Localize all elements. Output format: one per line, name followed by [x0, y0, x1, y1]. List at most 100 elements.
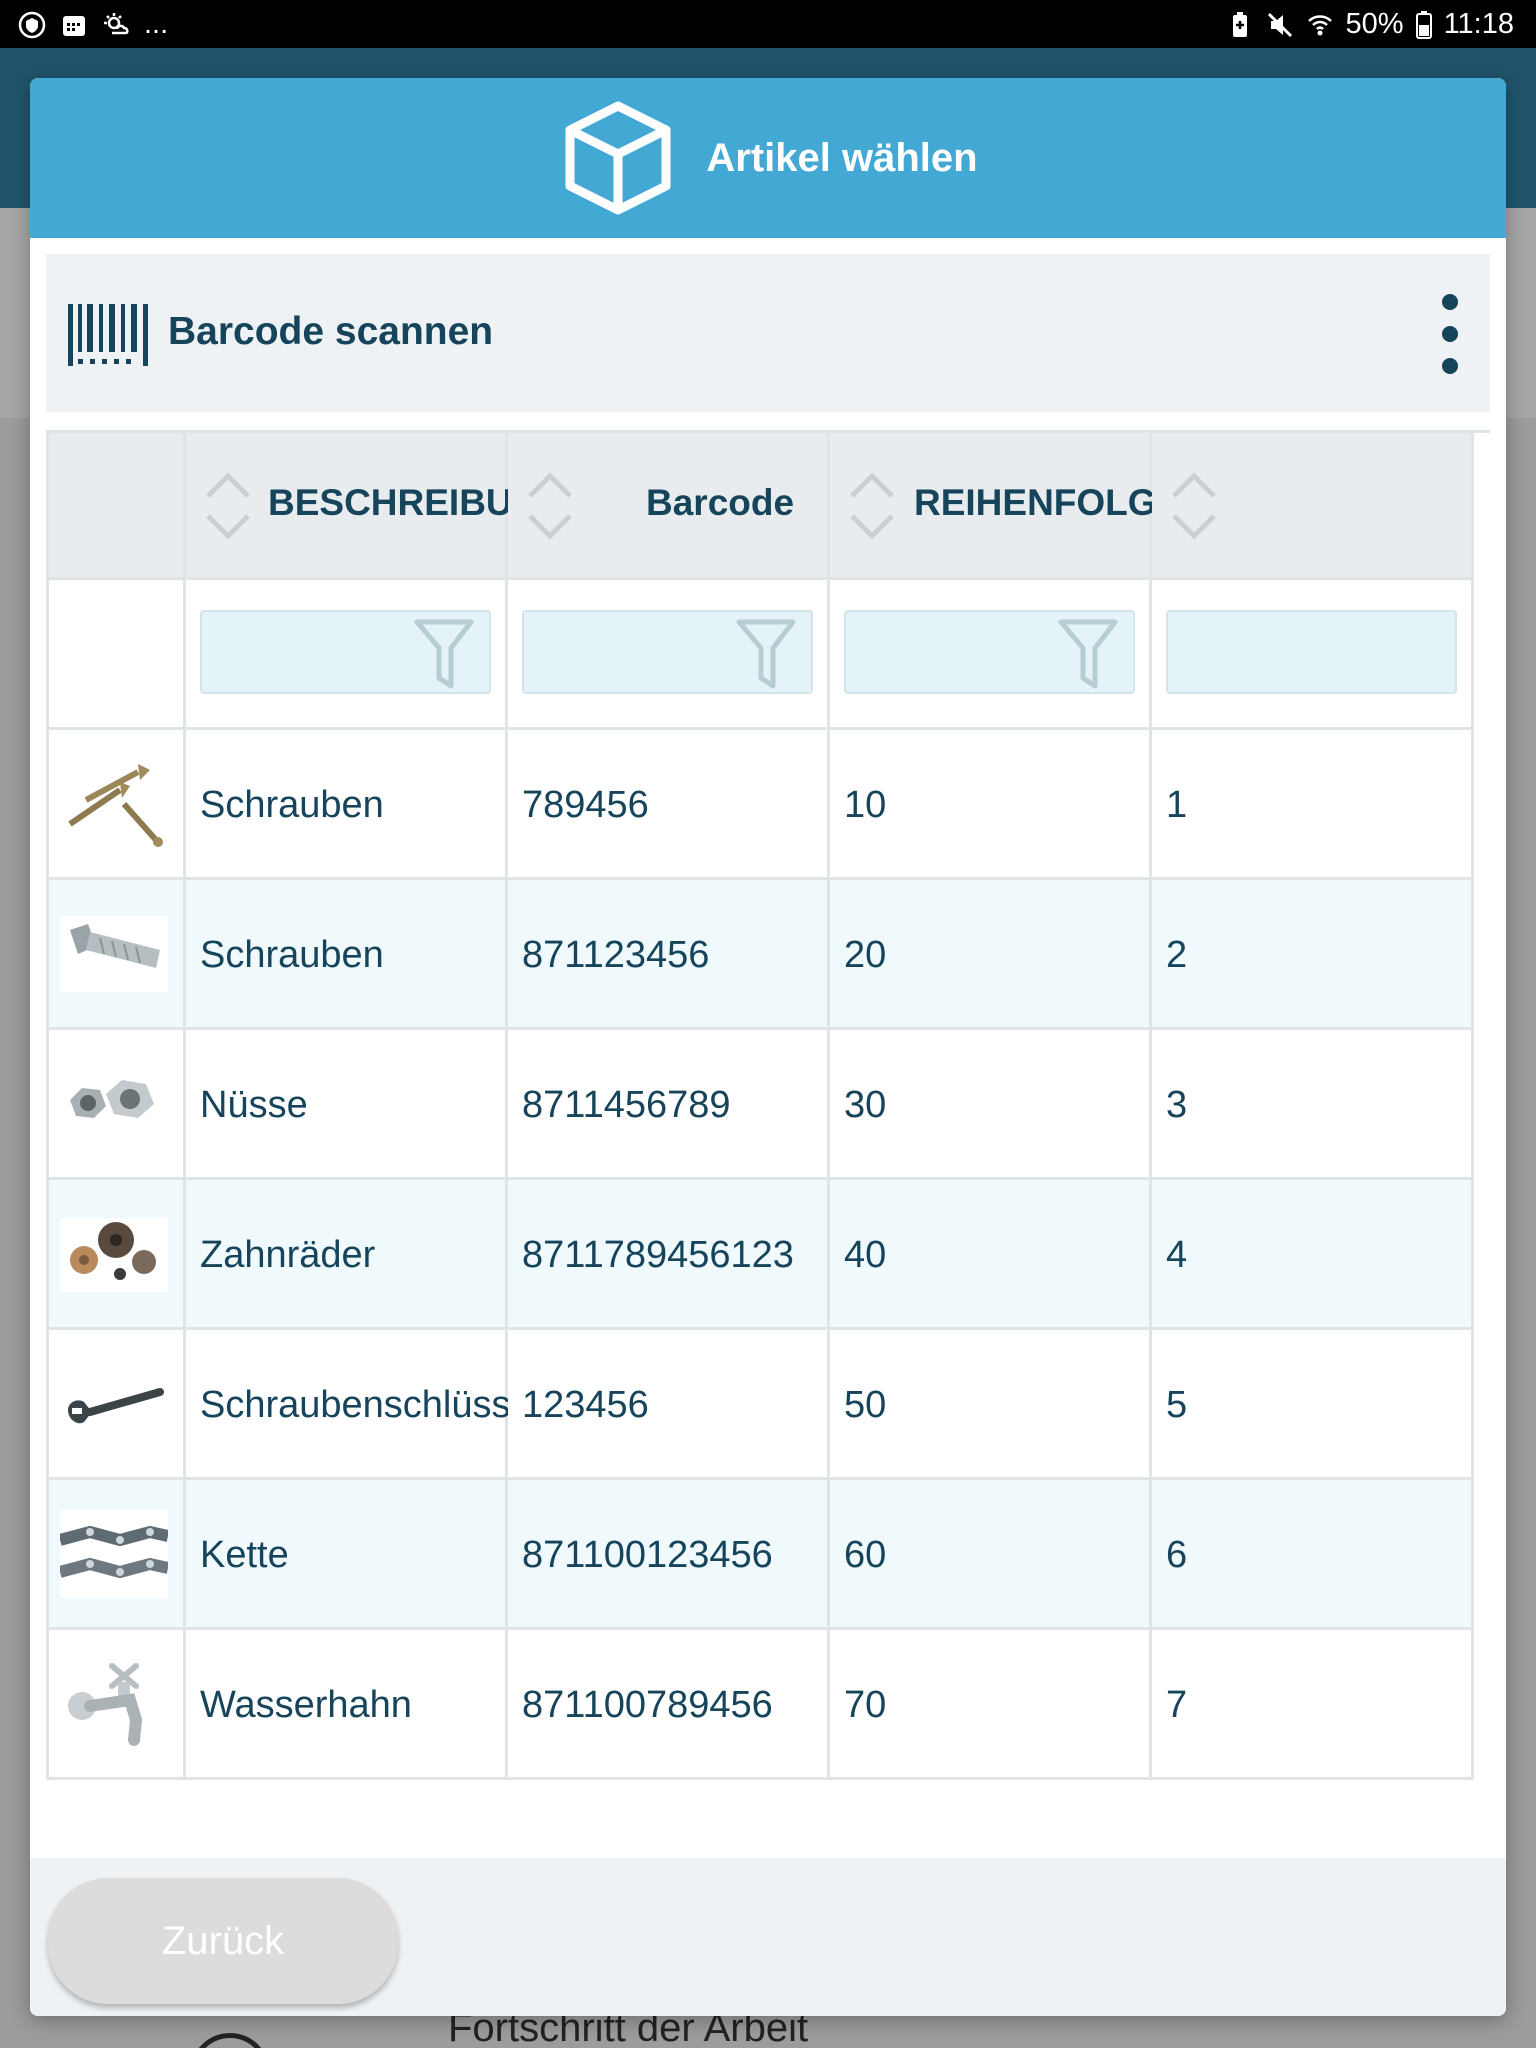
- beschreibung-text: Schrauben: [200, 934, 384, 976]
- table-row[interactable]: Schraubenschlüssel 123456 50 5: [46, 1330, 1490, 1480]
- next-text: 1: [1166, 784, 1188, 826]
- kebab-menu-icon[interactable]: [1440, 294, 1460, 374]
- beschreibung-text: Schrauben: [200, 784, 384, 826]
- filter-cell: [186, 580, 508, 730]
- dialog-header: Artikel wählen: [30, 78, 1506, 238]
- filter-barcode-input[interactable]: [522, 610, 813, 694]
- barcode-cell: 123456: [508, 1330, 830, 1480]
- beschreibung-cell: Schraubenschlüssel: [186, 1330, 540, 1480]
- reihenfolge-cell: 30: [830, 1030, 1152, 1180]
- next-cell: 1: [1152, 730, 1474, 880]
- reihenfolge-text: 70: [844, 1684, 887, 1726]
- gears-image: [60, 1218, 168, 1292]
- table-row[interactable]: Schrauben 871123456 20 2: [46, 880, 1490, 1030]
- header-beschreibung[interactable]: BESCHREIBUNG: [186, 430, 568, 580]
- filter-beschreibung-input[interactable]: [200, 610, 491, 694]
- reihenfolge-cell: 50: [830, 1330, 1152, 1480]
- reihenfolge-text: 10: [844, 784, 887, 826]
- clock: 11:18: [1443, 8, 1514, 40]
- barcode-scan-label: Barcode scannen: [168, 310, 494, 353]
- reihenfolge-cell: 10: [830, 730, 1152, 880]
- beschreibung-cell: Wasserhahn: [186, 1630, 508, 1780]
- image-cell: [46, 730, 186, 880]
- header-next-column[interactable]: [1152, 430, 1474, 580]
- filter-cell: [830, 580, 1152, 730]
- barcode-cell: 871100123456: [508, 1480, 830, 1630]
- filter-image-column: [46, 580, 186, 730]
- table-row[interactable]: Nüsse 8711456789 30 3: [46, 1030, 1490, 1180]
- barcode-cell: 871100789456: [508, 1630, 830, 1780]
- article-picker-dialog: Artikel wählen Barcode scannen BESCHREIB…: [30, 78, 1506, 2016]
- status-more: ...: [144, 8, 169, 40]
- barcode-icon: [68, 304, 148, 366]
- beschreibung-text: Zahnräder: [200, 1234, 376, 1276]
- barcode-cell: 8711789456123: [508, 1180, 830, 1330]
- barcode-text: 871123456: [522, 934, 710, 976]
- reihenfolge-cell: 40: [830, 1180, 1152, 1330]
- status-left: ...: [18, 8, 168, 41]
- back-button[interactable]: Zurück: [48, 1878, 398, 2004]
- header-reihenfolge[interactable]: REIHENFOLGE...: [830, 430, 1212, 580]
- shield-icon: [18, 11, 46, 38]
- barcode-cell: 871123456: [508, 880, 830, 1030]
- weather-icon: [104, 12, 129, 34]
- barcode-cell: 789456: [508, 730, 830, 880]
- beschreibung-cell: Nüsse: [186, 1030, 508, 1180]
- next-cell: 5: [1152, 1330, 1474, 1480]
- dialog-footer: Zurück: [30, 1858, 1506, 2016]
- barcode-text: 871100123456: [522, 1534, 773, 1576]
- beschreibung-cell: Zahnräder: [186, 1180, 508, 1330]
- filter-next-input[interactable]: [1166, 610, 1457, 694]
- barcode-text: 8711789456123: [522, 1234, 794, 1276]
- mute-icon: [1267, 12, 1292, 37]
- image-cell: [46, 1180, 186, 1330]
- status-right: 50% 11:18: [1226, 8, 1514, 41]
- barcode-text: 8711456789: [522, 1084, 731, 1126]
- next-cell: 4: [1152, 1180, 1474, 1330]
- beschreibung-text: Nüsse: [200, 1084, 308, 1126]
- battery-icon: [1415, 10, 1432, 39]
- reihenfolge-text: 60: [844, 1534, 887, 1576]
- table-row[interactable]: Schrauben 789456 10 1: [46, 730, 1490, 880]
- barcode-scan-bar[interactable]: Barcode scannen: [46, 254, 1490, 412]
- image-cell: [46, 1480, 186, 1630]
- barcode-cell: 8711456789: [508, 1030, 830, 1180]
- header-label: Barcode: [646, 482, 795, 523]
- next-text: 5: [1166, 1384, 1188, 1426]
- filter-reihenfolge-input[interactable]: [844, 610, 1135, 694]
- filter-cell: [1152, 580, 1474, 730]
- sort-icon: [1172, 472, 1216, 540]
- wifi-icon: [1307, 14, 1332, 35]
- filter-icon: [736, 619, 796, 689]
- table-row[interactable]: Zahnräder 8711789456123 40 4: [46, 1180, 1490, 1330]
- battery-saver-icon: [1232, 11, 1247, 37]
- battery-percent: 50%: [1345, 8, 1404, 40]
- sort-icon: [528, 472, 572, 540]
- table-row[interactable]: Wasserhahn 871100789456 70 7: [46, 1630, 1490, 1780]
- next-cell: 7: [1152, 1630, 1474, 1780]
- reihenfolge-cell: 70: [830, 1630, 1152, 1780]
- next-cell: 3: [1152, 1030, 1474, 1180]
- chain-image: [60, 1510, 168, 1598]
- image-cell: [46, 880, 186, 1030]
- next-text: 6: [1166, 1534, 1188, 1576]
- image-cell: [46, 1030, 186, 1180]
- table-row[interactable]: Kette 871100123456 60 6: [46, 1480, 1490, 1630]
- nuts-image: [70, 1080, 154, 1118]
- reihenfolge-text: 30: [844, 1084, 887, 1126]
- calendar-icon: [63, 15, 85, 36]
- reihenfolge-text: 50: [844, 1384, 887, 1426]
- next-cell: 2: [1152, 880, 1474, 1030]
- header-barcode[interactable]: Barcode: [508, 430, 830, 580]
- reihenfolge-text: 40: [844, 1234, 887, 1276]
- next-text: 3: [1166, 1084, 1188, 1126]
- beschreibung-cell: Schrauben: [186, 730, 508, 880]
- sort-icon: [850, 472, 894, 540]
- next-text: 2: [1166, 934, 1188, 976]
- next-cell: 6: [1152, 1480, 1474, 1630]
- package-box-icon: [565, 101, 671, 215]
- header-image-column: [46, 430, 186, 580]
- barcode-text: 123456: [522, 1384, 649, 1426]
- faucet-image: [68, 1663, 143, 1746]
- filter-icon: [1058, 619, 1118, 689]
